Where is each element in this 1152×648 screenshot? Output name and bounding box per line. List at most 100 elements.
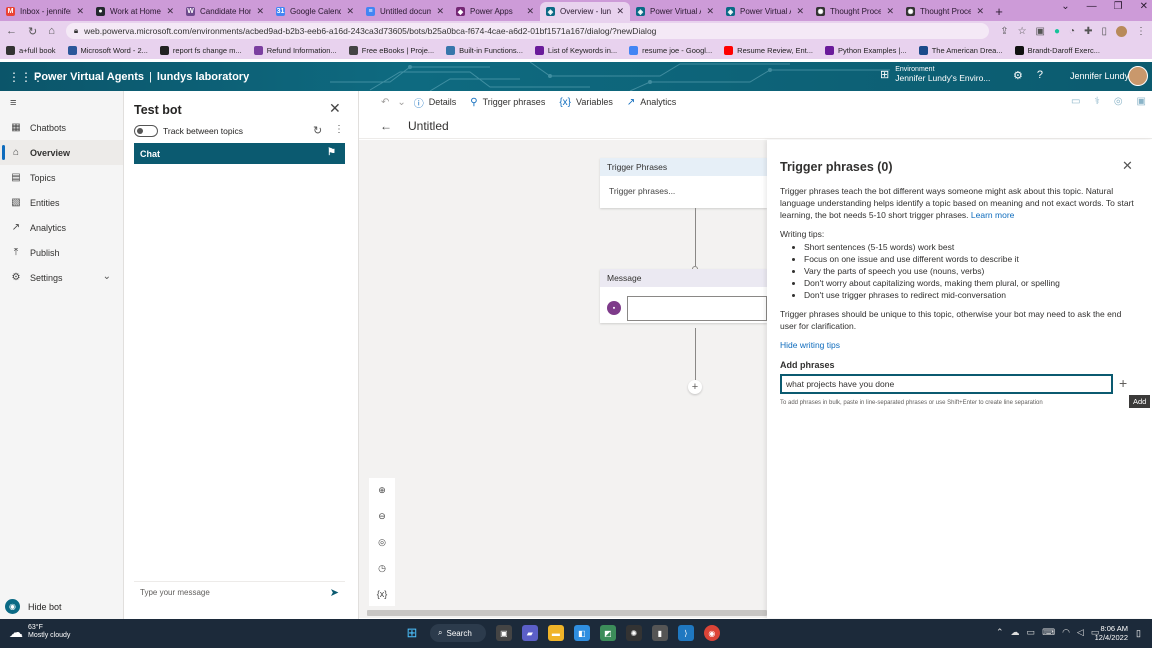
- keyboard-icon[interactable]: ⌨: [1042, 627, 1055, 638]
- folder-icon[interactable]: ▭: [1027, 627, 1036, 638]
- browser-tab[interactable]: ◆ Power Apps ✕: [450, 2, 540, 21]
- home-icon[interactable]: ⌂: [48, 25, 55, 37]
- chevron-down-icon[interactable]: ⌄: [103, 271, 111, 282]
- back-arrow-icon[interactable]: ←: [380, 119, 392, 133]
- task-view-icon[interactable]: ▣: [495, 625, 512, 641]
- bookmark-star-icon[interactable]: ☆: [1018, 26, 1027, 37]
- close-tab-icon[interactable]: ✕: [76, 6, 84, 17]
- settings-gear-icon[interactable]: ⚙: [1013, 69, 1023, 82]
- message-input[interactable]: Type your message ➤: [134, 581, 345, 603]
- browser-tab[interactable]: 31 Google Calenda ✕: [270, 2, 360, 21]
- notification-icon[interactable]: ▯: [1136, 628, 1141, 639]
- menu-icon[interactable]: ⋮: [1136, 26, 1146, 37]
- close-icon[interactable]: ✕: [329, 100, 341, 117]
- comment-icon[interactable]: ▭: [1071, 96, 1080, 107]
- chevron-up-icon[interactable]: ⌃: [996, 627, 1004, 638]
- bookmark-item[interactable]: report fs change m...: [159, 45, 242, 55]
- share-icon[interactable]: ⇪: [1000, 26, 1008, 37]
- browser-tab[interactable]: ◈ Power Virtual A ✕: [630, 2, 720, 21]
- new-tab-button[interactable]: +: [990, 2, 1008, 21]
- weather-widget[interactable]: ☁ 63°F Mostly cloudy: [9, 624, 70, 640]
- send-icon[interactable]: ➤: [330, 586, 339, 599]
- horizontal-scrollbar[interactable]: [367, 610, 767, 616]
- app-icon[interactable]: ✺: [625, 625, 642, 641]
- bookmark-item[interactable]: Built-in Functions...: [446, 45, 523, 55]
- bookmark-item[interactable]: Brandt-Daroff Exerc...: [1014, 45, 1100, 55]
- vscode-icon[interactable]: ⟩: [677, 625, 694, 641]
- hide-writing-tips-link[interactable]: Hide writing tips: [780, 340, 840, 350]
- close-tab-icon[interactable]: ✕: [256, 6, 264, 17]
- store-icon[interactable]: ◧: [573, 625, 590, 641]
- details-button[interactable]: ⓘ Details: [414, 95, 457, 110]
- close-tab-icon[interactable]: ✕: [976, 6, 984, 17]
- close-tab-icon[interactable]: ✕: [346, 6, 354, 17]
- system-clock[interactable]: 8:06 AM 12/4/2022: [1092, 624, 1128, 642]
- browser-tab[interactable]: ◈ Overview - lund ✕: [540, 2, 630, 21]
- variables-icon[interactable]: {x}: [377, 589, 388, 599]
- chevron-down-icon[interactable]: ⌄: [397, 97, 405, 108]
- nav-item-publish[interactable]: ⤒ Publish: [0, 240, 123, 265]
- nav-item-topics[interactable]: ▤ Topics: [0, 165, 123, 190]
- help-icon[interactable]: ?: [1037, 69, 1043, 82]
- bookmark-item[interactable]: Python Examples |...: [825, 45, 907, 55]
- more-options-icon[interactable]: ⋮: [334, 124, 344, 135]
- bookmark-item[interactable]: List of Keywords in...: [534, 45, 617, 55]
- test-icon[interactable]: ◎: [1114, 96, 1123, 107]
- variables-button[interactable]: {x} Variables: [559, 97, 613, 108]
- tab-search-icon[interactable]: ⌄: [1061, 1, 1069, 12]
- close-window-button[interactable]: ✕: [1140, 1, 1148, 12]
- environment-picker[interactable]: ⊞ Environment Jennifer Lundy's Enviro...: [880, 65, 990, 83]
- bookmark-item[interactable]: The American Drea...: [918, 45, 1003, 55]
- url-field[interactable]: 🔒︎ web.powerva.microsoft.com/environment…: [65, 23, 990, 39]
- undo-icon[interactable]: ↶: [381, 97, 389, 108]
- grammarly-icon[interactable]: ●: [1054, 26, 1060, 37]
- close-tab-icon[interactable]: ✕: [616, 6, 624, 17]
- save-icon[interactable]: ▣: [1137, 96, 1146, 107]
- close-tab-icon[interactable]: ✕: [706, 6, 714, 17]
- browser-tab[interactable]: ≡ Untitled docum ✕: [360, 2, 450, 21]
- browser-tab[interactable]: ✺ Thought Proce ✕: [900, 2, 990, 21]
- restart-conversation-icon[interactable]: ↻: [313, 124, 322, 137]
- wifi-icon[interactable]: ◠: [1062, 627, 1070, 638]
- profile-avatar[interactable]: [1116, 25, 1127, 37]
- refresh-icon[interactable]: ↻: [28, 25, 37, 38]
- nav-item-analytics[interactable]: ↗ Analytics: [0, 215, 123, 240]
- restore-button[interactable]: ❐: [1114, 1, 1123, 12]
- app-icon[interactable]: ▮: [651, 625, 668, 641]
- browser-tab[interactable]: ◈ Power Virtual A ✕: [720, 2, 810, 21]
- add-phrase-input[interactable]: [780, 374, 1113, 394]
- bookmark-item[interactable]: Resume Review, Ent...: [724, 45, 813, 55]
- nav-item-overview[interactable]: ⌂ Overview: [0, 140, 123, 165]
- windows-start-icon[interactable]: ⊞: [404, 625, 420, 641]
- sidepanel-icon[interactable]: ▯: [1101, 26, 1107, 37]
- close-tab-icon[interactable]: ✕: [886, 6, 894, 17]
- close-tab-icon[interactable]: ✕: [166, 6, 174, 17]
- authoring-canvas[interactable]: Trigger Phrases Trigger phrases... Messa…: [359, 140, 767, 618]
- app-launcher-icon[interactable]: ⋮⋮⋮: [8, 70, 44, 84]
- recenter-icon[interactable]: ◎: [378, 537, 386, 548]
- nav-item-chatbots[interactable]: ▦ Chatbots: [0, 115, 123, 140]
- close-icon[interactable]: ✕: [1122, 158, 1133, 174]
- cloud-sync-icon[interactable]: ☁: [1011, 627, 1020, 638]
- extension-icon[interactable]: ◔: [1069, 26, 1075, 37]
- track-topics-toggle[interactable]: [134, 125, 158, 137]
- history-icon[interactable]: ◷: [378, 563, 386, 574]
- bookmark-item[interactable]: a+full book: [6, 45, 56, 55]
- analytics-button[interactable]: ↗ Analytics: [627, 97, 676, 108]
- trigger-phrases-button[interactable]: ⚲ Trigger phrases: [470, 97, 545, 108]
- puzzle-icon[interactable]: ✚: [1084, 26, 1092, 37]
- bookmark-item[interactable]: Refund Information...: [253, 45, 337, 55]
- hamburger-menu-icon[interactable]: ≡: [0, 91, 123, 115]
- trigger-phrases-node[interactable]: Trigger Phrases Trigger phrases...: [600, 158, 767, 208]
- close-tab-icon[interactable]: ✕: [436, 6, 444, 17]
- browser-tab[interactable]: W Candidate Hom ✕: [180, 2, 270, 21]
- bookmark-item[interactable]: resume joe - Googl...: [629, 45, 712, 55]
- teams-chat-icon[interactable]: ▰: [521, 625, 538, 641]
- bookmark-item[interactable]: Microsoft Word - 2...: [67, 45, 148, 55]
- hide-bot-button[interactable]: ◉ Hide bot: [5, 599, 62, 614]
- user-avatar[interactable]: [1128, 66, 1148, 86]
- nav-item-entities[interactable]: ▧ Entities: [0, 190, 123, 215]
- back-arrow-icon[interactable]: ←: [6, 25, 17, 37]
- minimize-button[interactable]: —: [1087, 1, 1097, 12]
- extension-icon[interactable]: ▣: [1036, 26, 1045, 37]
